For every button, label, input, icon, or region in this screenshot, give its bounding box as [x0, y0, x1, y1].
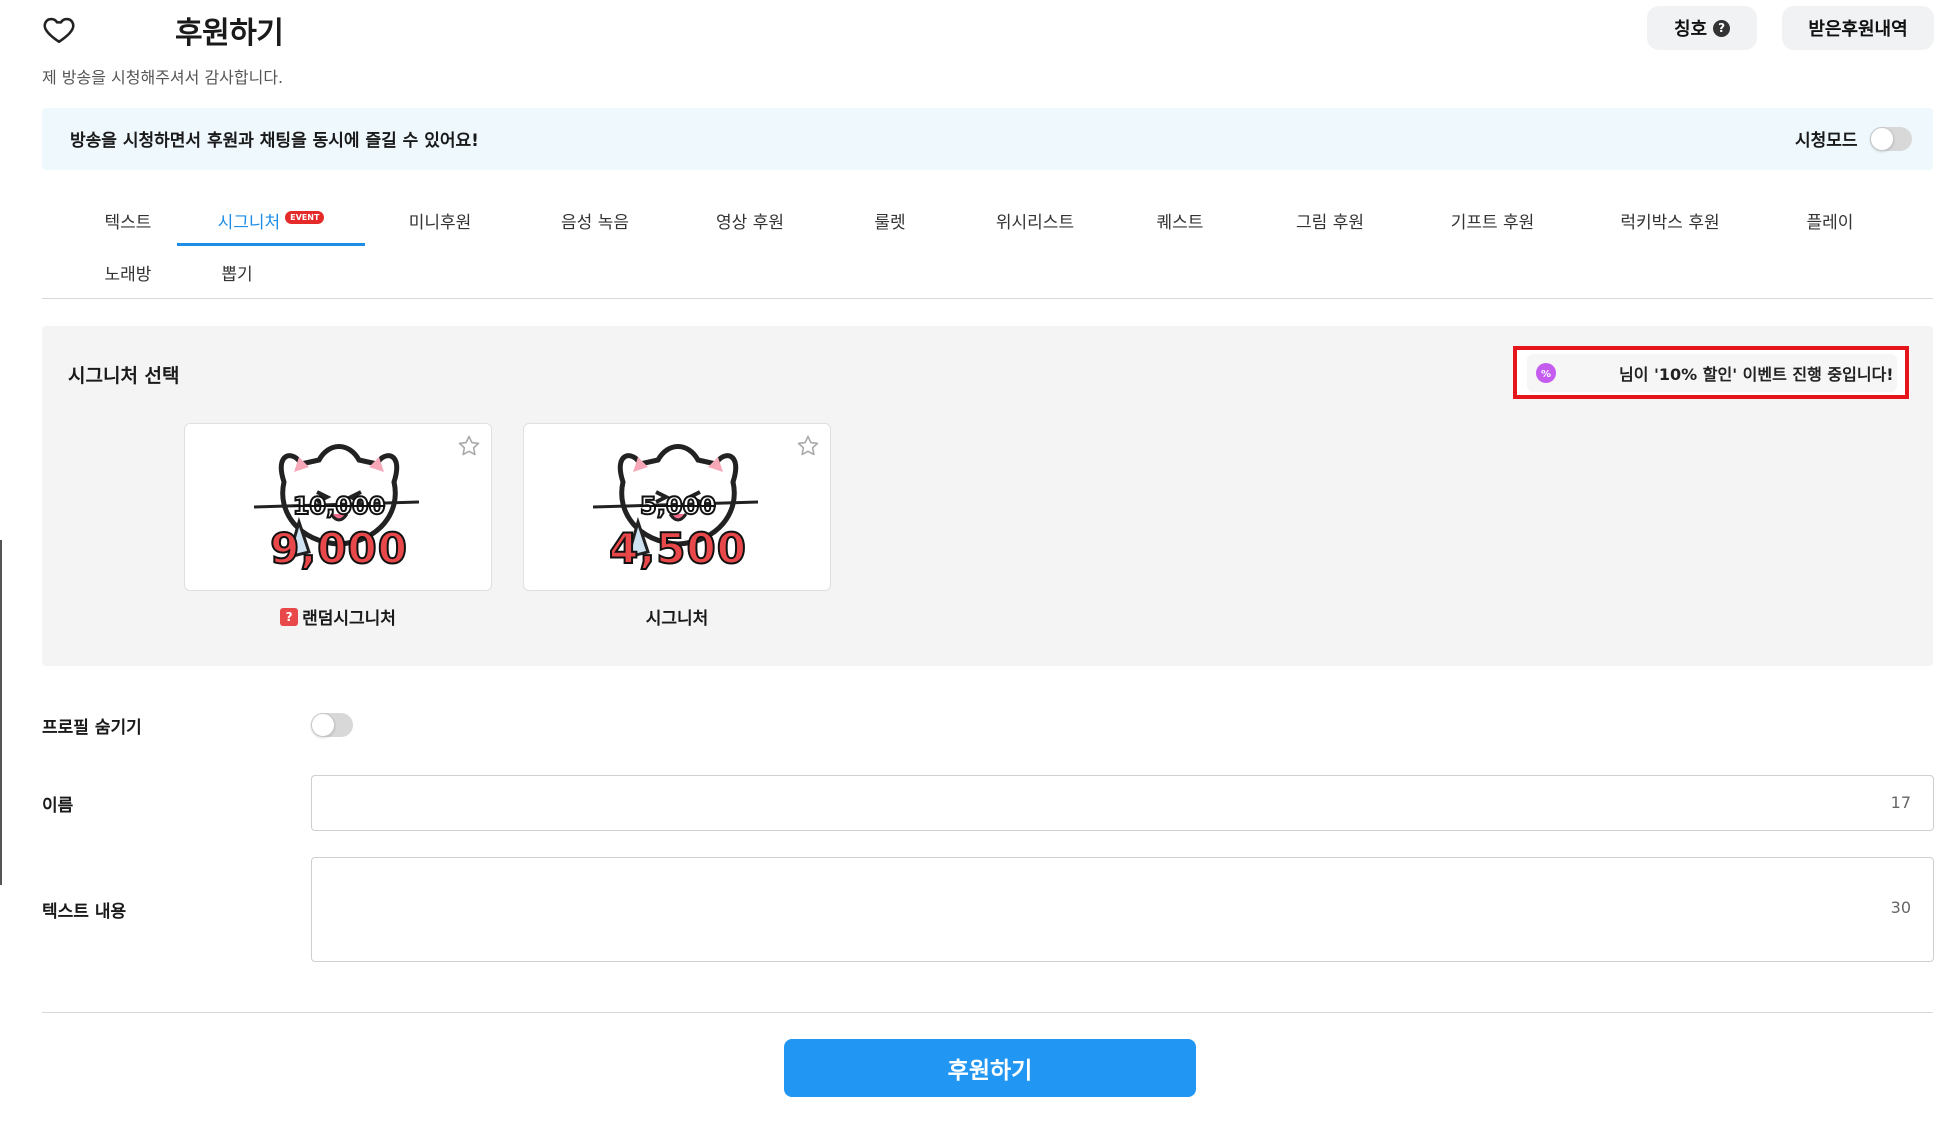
- signature-card-label: ? 랜덤시그니처: [184, 604, 492, 629]
- signature-heading: 시그니처 선택: [68, 365, 180, 387]
- tab-label: 미니후원: [408, 213, 472, 233]
- tab-label: 기프트 후원: [1450, 213, 1535, 233]
- tab-label: 시그니처: [217, 213, 281, 233]
- old-price: 5,000: [639, 491, 717, 521]
- tab-luckybox-donation[interactable]: 럭키박스 후원: [1590, 208, 1750, 248]
- random-question-icon: ?: [280, 607, 299, 626]
- profile-hide-label: 프로필 숨기기: [42, 718, 142, 738]
- text-content-label: 텍스트 내용: [42, 902, 127, 922]
- profile-hide-toggle[interactable]: [311, 713, 353, 737]
- banner-text: 방송을 시청하면서 후원과 채팅을 동시에 즐길 수 있어요!: [70, 131, 479, 151]
- name-input[interactable]: 17: [311, 775, 1934, 831]
- viewmode-label: 시청모드: [1795, 131, 1858, 151]
- new-price: 4,500: [608, 523, 747, 574]
- tab-quest[interactable]: 퀘스트: [1130, 208, 1230, 248]
- favorite-star-icon[interactable]: [457, 434, 481, 458]
- text-content-input[interactable]: 30: [311, 857, 1934, 962]
- page-title: 후원하기: [175, 16, 284, 51]
- name-char-counter: 17: [1890, 793, 1911, 812]
- tab-label: 텍스트: [104, 213, 152, 233]
- help-icon: ?: [1713, 19, 1731, 37]
- favorite-star-icon[interactable]: [796, 434, 820, 458]
- divider: [42, 298, 1933, 299]
- tab-label: 위시리스트: [995, 213, 1075, 233]
- tab-wishlist[interactable]: 위시리스트: [965, 208, 1105, 248]
- received-history-label: 받은후원내역: [1808, 19, 1908, 40]
- donate-submit-button[interactable]: 후원하기: [784, 1039, 1196, 1097]
- tab-drawing-donation[interactable]: 그림 후원: [1265, 208, 1395, 248]
- discount-percent-icon: %: [1536, 362, 1556, 383]
- toggle-knob: [1870, 127, 1894, 151]
- card-label-text: 랜덤시그니처: [302, 609, 396, 629]
- viewmode-toggle[interactable]: [1870, 127, 1912, 151]
- old-price: 10,000: [292, 491, 387, 521]
- tab-label: 영상 후원: [716, 213, 784, 233]
- tab-text[interactable]: 텍스트: [68, 208, 188, 248]
- tab-label: 그림 후원: [1296, 213, 1364, 233]
- tab-label: 룰렛: [874, 213, 906, 233]
- divider: [42, 1012, 1933, 1013]
- discount-event-text: 님이 '10% 할인' 이벤트 진행 중입니다!: [1619, 364, 1894, 384]
- signature-card-standard[interactable]: 5,000 4,500: [523, 423, 831, 591]
- page-subtitle: 제 방송을 시청해주셔서 감사합니다.: [42, 68, 284, 87]
- title-button[interactable]: 칭호 ?: [1647, 6, 1757, 50]
- event-badge: EVENT: [285, 211, 325, 224]
- tab-roulette[interactable]: 룰렛: [840, 208, 940, 248]
- discount-event-notice: % 님이 '10% 할인' 이벤트 진행 중입니다!: [1513, 346, 1909, 399]
- heart-icon[interactable]: [40, 12, 78, 46]
- tab-voice-record[interactable]: 음성 녹음: [530, 208, 660, 248]
- tab-mini-donation[interactable]: 미니후원: [380, 208, 500, 248]
- tab-label: 플레이: [1806, 213, 1854, 233]
- tab-gift-donation[interactable]: 기프트 후원: [1420, 208, 1565, 248]
- new-price: 9,000: [269, 523, 408, 574]
- text-char-counter: 30: [1890, 898, 1911, 917]
- name-label: 이름: [42, 796, 74, 816]
- tab-label: 음성 녹음: [561, 213, 629, 233]
- tab-play[interactable]: 플레이: [1780, 208, 1880, 248]
- received-history-button[interactable]: 받은후원내역: [1782, 6, 1934, 50]
- active-tab-indicator: [177, 243, 365, 246]
- tab-label: 퀘스트: [1156, 213, 1204, 233]
- discount-event-inner: % 님이 '10% 할인' 이벤트 진행 중입니다!: [1527, 353, 1897, 392]
- tab-label: 럭키박스 후원: [1620, 213, 1720, 233]
- signature-card-label: 시그니처: [523, 604, 831, 629]
- tab-video-donation[interactable]: 영상 후원: [685, 208, 815, 248]
- toggle-knob: [311, 713, 335, 737]
- window-edge: [0, 540, 2, 885]
- svg-text:%: %: [1541, 369, 1551, 380]
- tab-label: 뽑기: [221, 265, 253, 285]
- signature-card-random[interactable]: 10,000 9,000: [184, 423, 492, 591]
- title-button-label: 칭호: [1673, 19, 1708, 40]
- card-label-text: 시그니처: [645, 609, 709, 629]
- tab-karaoke[interactable]: 노래방: [68, 260, 188, 300]
- tab-draw-lots[interactable]: 뽑기: [177, 260, 297, 300]
- tab-label: 노래방: [104, 265, 152, 285]
- tab-signature[interactable]: 시그니처 EVENT: [177, 208, 365, 248]
